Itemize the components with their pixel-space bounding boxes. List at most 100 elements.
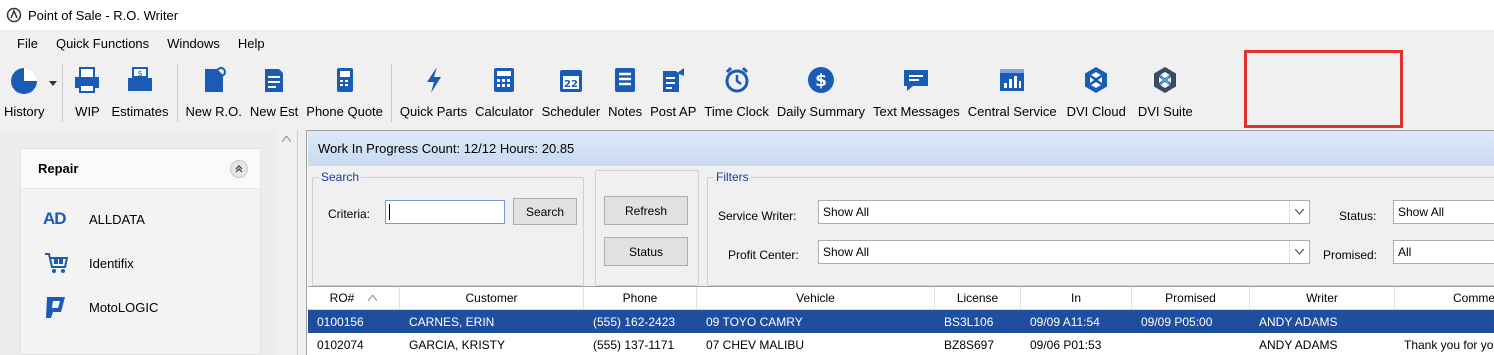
promised-select[interactable]: All [1393, 240, 1494, 264]
daily-summary-button[interactable]: $ Daily Summary [773, 60, 869, 126]
history-dropdown-icon[interactable] [48, 68, 58, 98]
wip-button[interactable]: WIP [67, 60, 107, 126]
column-header-in[interactable]: In [1021, 287, 1132, 309]
column-header-customer[interactable]: Customer [400, 287, 584, 309]
column-header-vehicle[interactable]: Vehicle [697, 287, 935, 309]
shopping-cart-icon [43, 250, 83, 276]
svg-text:22: 22 [564, 79, 578, 90]
sidebar-item-label: Identifix [89, 255, 134, 271]
sort-ascending-icon [368, 295, 378, 301]
sidebar-item-alldata[interactable]: AD ALLDATA [21, 197, 260, 241]
toolbar-separator [390, 64, 392, 122]
window-title: Point of Sale - R.O. Writer [28, 7, 179, 23]
new-estimate-icon [258, 64, 290, 96]
wip-header: Work In Progress Count: 12/12 Hours: 20.… [308, 131, 1494, 166]
svg-text:$: $ [137, 69, 142, 78]
column-header-phone[interactable]: Phone [584, 287, 697, 309]
filters-legend: Filters [716, 170, 749, 184]
repair-panel-header[interactable]: Repair [21, 149, 260, 189]
dvi-suite-icon [1149, 64, 1181, 96]
dvi-cloud-icon [1080, 64, 1112, 96]
calculator-button[interactable]: Calculator [471, 60, 538, 126]
svg-text:$: $ [815, 71, 827, 91]
new-est-button[interactable]: New Est [246, 60, 302, 126]
collapse-chevron-up-icon[interactable] [230, 159, 248, 178]
lightning-icon [418, 64, 450, 96]
sidebar-item-label: ALLDATA [89, 211, 145, 227]
central-service-button[interactable]: Central Service [964, 60, 1061, 126]
status-select[interactable]: Show All [1393, 200, 1494, 224]
chevron-down-icon [1289, 201, 1309, 223]
column-header-promised[interactable]: Promised [1132, 287, 1250, 309]
new-ro-button[interactable]: New R.O. [182, 60, 246, 126]
menu-windows[interactable]: Windows [158, 33, 229, 55]
sidebar-item-motologic[interactable]: MotoLOGIC [21, 285, 260, 329]
time-clock-button[interactable]: Time Clock [700, 60, 773, 126]
table-row[interactable]: 0102074 GARCIA, KRISTY (555) 137-1171 07… [308, 333, 1494, 355]
promised-label: Promised: [1323, 248, 1378, 262]
status-label: Status: [1339, 209, 1377, 223]
filters-group: Filters [707, 170, 1494, 286]
post-ap-icon [657, 64, 689, 96]
service-writer-select[interactable]: Show All [818, 200, 1310, 224]
phone-quote-icon [329, 64, 361, 96]
table-row[interactable]: 0100156 CARNES, ERIN (555) 162-2423 09 T… [308, 310, 1494, 333]
post-ap-button[interactable]: Post AP [646, 60, 700, 126]
alarm-clock-icon [721, 64, 753, 96]
toolbar-separator [176, 64, 178, 122]
printer-icon [71, 64, 103, 96]
menu-file[interactable]: File [8, 33, 47, 55]
sidebar: Repair AD ALLDATA Identifix MotoLOGIC [0, 130, 298, 355]
calendar-icon: 22 [555, 64, 587, 96]
estimates-button[interactable]: $ Estimates [107, 60, 172, 126]
search-legend: Search [321, 170, 360, 184]
wip-window: Work In Progress Count: 12/12 Hours: 20.… [306, 130, 1494, 355]
chat-bubble-icon [900, 64, 932, 96]
cash-register-icon: $ [124, 64, 156, 96]
menu-quick-functions[interactable]: Quick Functions [47, 33, 158, 55]
sidebar-scrollbar[interactable] [276, 130, 296, 355]
notes-button[interactable]: Notes [604, 60, 646, 126]
title-bar: Point of Sale - R.O. Writer [0, 0, 1494, 30]
column-header-comments[interactable]: Comme [1395, 287, 1494, 309]
toolbar-separator [62, 64, 64, 122]
search-group: Search [312, 170, 584, 286]
new-document-icon [198, 64, 230, 96]
calculator-icon [488, 64, 520, 96]
quick-parts-button[interactable]: Quick Parts [396, 60, 471, 126]
status-button[interactable]: Status [604, 237, 688, 266]
central-service-icon [996, 64, 1028, 96]
scroll-up-arrow-icon[interactable] [276, 130, 296, 148]
text-messages-button[interactable]: Text Messages [869, 60, 964, 126]
app-logo-icon [6, 7, 22, 23]
search-button[interactable]: Search [513, 198, 577, 225]
menu-help[interactable]: Help [229, 33, 274, 55]
dvi-highlight-box [1244, 50, 1403, 128]
column-header-license[interactable]: License [935, 287, 1021, 309]
dvi-suite-button[interactable]: DVI Suite [1132, 60, 1199, 126]
repair-panel-title: Repair [38, 161, 79, 176]
menu-bar: File Quick Functions Windows Help [0, 33, 274, 55]
table-header: RO# Customer Phone Vehicle License In Pr… [308, 287, 1494, 310]
text-caret [389, 204, 390, 220]
column-header-writer[interactable]: Writer [1250, 287, 1395, 309]
history-icon [8, 64, 40, 96]
chevron-down-icon [1289, 241, 1309, 263]
refresh-button[interactable]: Refresh [604, 196, 688, 225]
sidebar-item-label: MotoLOGIC [89, 299, 159, 315]
dvi-cloud-button[interactable]: DVI Cloud [1061, 60, 1132, 126]
column-header-ro[interactable]: RO# [308, 287, 400, 309]
dollar-circle-icon: $ [805, 64, 837, 96]
wip-table: RO# Customer Phone Vehicle License In Pr… [308, 286, 1494, 355]
scheduler-button[interactable]: 22 Scheduler [538, 60, 605, 126]
motologic-logo-icon [43, 294, 83, 320]
criteria-input[interactable] [385, 200, 505, 224]
actions-group [595, 170, 699, 286]
phone-quote-button[interactable]: Phone Quote [302, 60, 387, 126]
history-button[interactable]: History [0, 60, 48, 126]
sidebar-item-identifix[interactable]: Identifix [21, 241, 260, 285]
notes-icon [609, 64, 641, 96]
service-writer-label: Service Writer: [718, 209, 797, 223]
profit-center-select[interactable]: Show All [818, 240, 1310, 264]
alldata-logo-icon: AD [43, 209, 67, 228]
